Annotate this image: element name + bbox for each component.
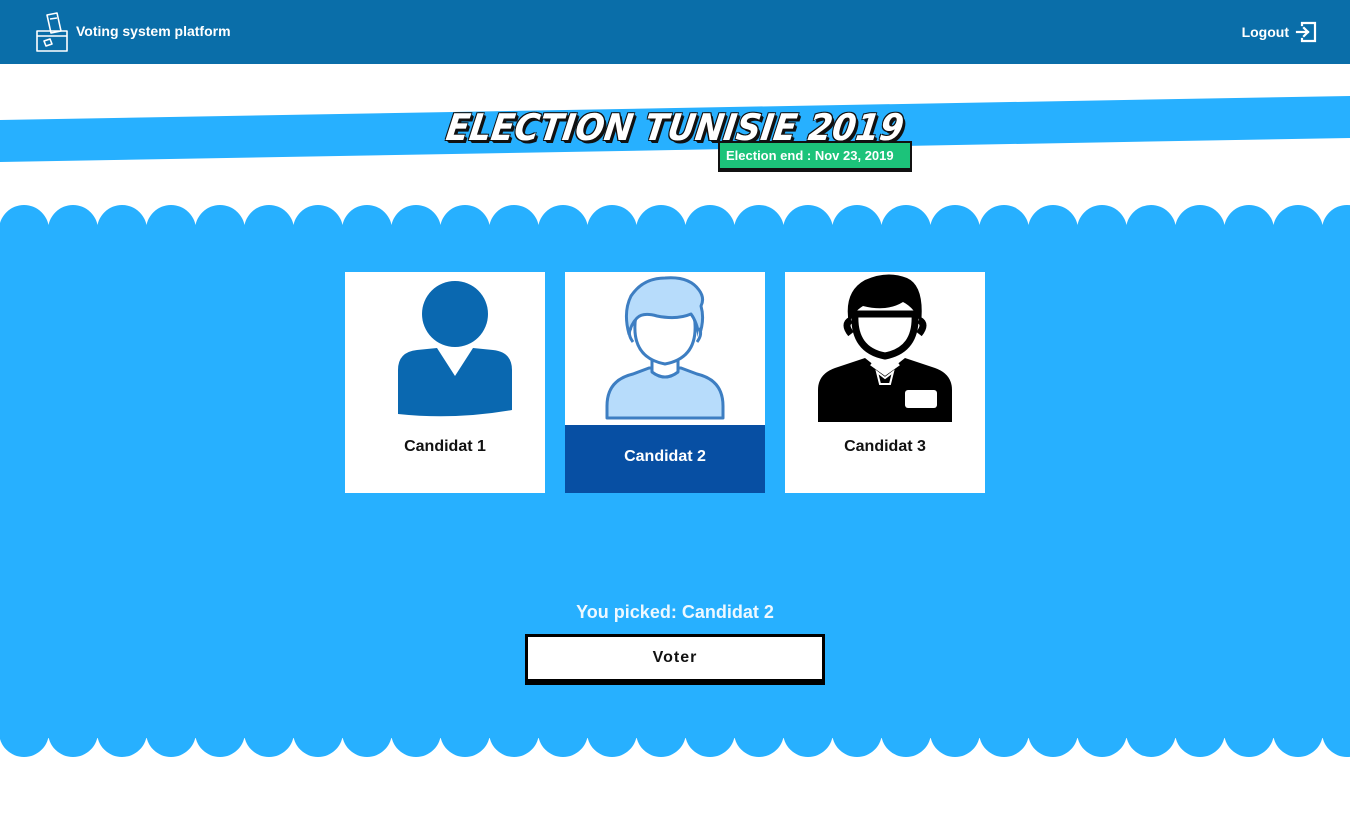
- brand[interactable]: Voting system platform: [35, 11, 231, 53]
- picked-candidate-text: You picked: Candidat 2: [576, 602, 774, 622]
- candidate-name: Candidat 1: [404, 438, 486, 455]
- ballot-box-icon: [36, 12, 68, 52]
- candidate-card-1[interactable]: Candidat 1: [345, 272, 545, 493]
- scallop-edge-bottom: [0, 712, 1350, 757]
- election-title: ELECTION TUNISIE 2019: [443, 106, 907, 150]
- logout-button[interactable]: Logout: [1242, 21, 1317, 43]
- vote-button[interactable]: Voter: [525, 634, 825, 685]
- scallop-fill: [0, 230, 1350, 255]
- person-silhouette-icon: [398, 281, 512, 417]
- logout-icon: [1295, 21, 1317, 43]
- candidate-card-3[interactable]: Candidat 3: [785, 272, 985, 493]
- person-suit-icon: [818, 274, 952, 422]
- candidate-list: Candidat 1 Candidat 2 Candidat 3: [345, 272, 985, 493]
- logout-label: Logout: [1241, 24, 1289, 40]
- candidate-name: Candidat 2: [624, 448, 706, 465]
- scallop-edge-top: [0, 205, 1350, 255]
- candidate-card-2[interactable]: Candidat 2: [565, 272, 765, 493]
- scallop-fill: [0, 712, 1350, 732]
- candidate-name: Candidat 3: [844, 438, 926, 455]
- app-name: Voting system platform: [76, 23, 231, 39]
- person-outline-icon: [605, 276, 725, 420]
- top-navbar: Voting system platform Logout: [0, 0, 1350, 64]
- election-end-badge: Election end : Nov 23, 2019: [718, 141, 912, 172]
